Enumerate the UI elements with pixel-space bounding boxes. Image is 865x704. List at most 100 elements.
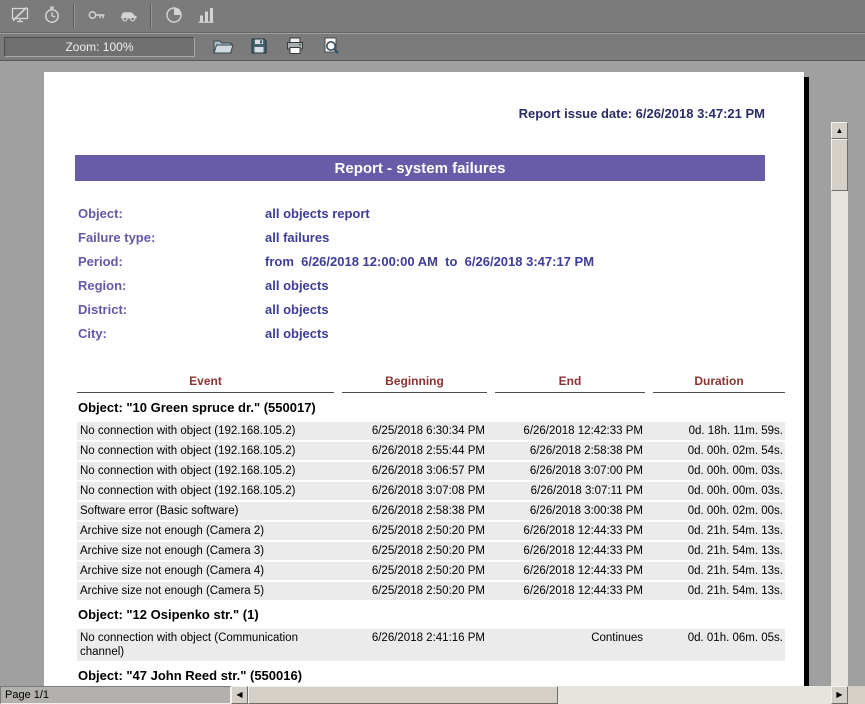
zoom-indicator[interactable]: Zoom: 100% xyxy=(4,37,195,57)
end-cell: 6/26/2018 2:58:38 PM xyxy=(495,444,645,458)
zoom-label: Zoom: 100% xyxy=(65,40,133,54)
stopwatch-icon xyxy=(42,5,62,28)
print-report-button[interactable] xyxy=(281,34,308,60)
report-meta-row: Object: all objects report xyxy=(78,201,594,225)
end-cell: Continues xyxy=(495,631,645,659)
table-header-row: EventBeginningEndDuration xyxy=(77,374,785,393)
table-row: Archive size not enough (Camera 3) 6/25/2… xyxy=(77,542,785,560)
scroll-right-button[interactable]: ▶ xyxy=(831,686,848,704)
event-cell: Software error (Basic software) xyxy=(77,504,334,518)
column-header: End xyxy=(495,374,645,393)
end-cell: 6/26/2018 12:44:33 PM xyxy=(495,564,645,578)
save-report-button[interactable] xyxy=(245,34,272,60)
end-cell: 6/26/2018 12:44:33 PM xyxy=(495,584,645,598)
report-issue-date: Report issue date: 6/26/2018 3:47:21 PM xyxy=(75,106,765,121)
beginning-cell: 6/25/2018 2:50:20 PM xyxy=(342,564,487,578)
report-meta-row: Region: all objects xyxy=(78,273,594,297)
chart-report-button[interactable] xyxy=(192,3,219,29)
report-meta: Object: all objects report Failure type:… xyxy=(78,201,594,345)
report-meta-row: Period: from 6/26/2018 12:00:00 AM to 6/… xyxy=(78,249,594,273)
access-report-button[interactable] xyxy=(83,3,110,29)
vertical-scroll-thumb[interactable] xyxy=(831,139,848,191)
beginning-cell: 6/26/2018 2:41:16 PM xyxy=(342,631,487,659)
event-cell: Archive size not enough (Camera 3) xyxy=(77,544,334,558)
duration-cell: 0d. 21h. 54m. 13s. xyxy=(653,544,785,558)
table-row: Archive size not enough (Camera 2) 6/25/2… xyxy=(77,522,785,540)
event-cell: Archive size not enough (Camera 4) xyxy=(77,564,334,578)
key-icon xyxy=(87,5,107,28)
event-cell: Archive size not enough (Camera 2) xyxy=(77,524,334,538)
meta-value: from 6/26/2018 12:00:00 AM to 6/26/2018 … xyxy=(265,254,594,269)
scroll-left-button[interactable]: ◀ xyxy=(231,686,248,704)
print-icon xyxy=(285,36,305,59)
event-cell: No connection with object (Communication… xyxy=(77,631,334,659)
event-cell: Archive size not enough (Camera 5) xyxy=(77,584,334,598)
duration-cell: 0d. 01h. 06m. 05s. xyxy=(653,631,785,659)
meta-label: Period: xyxy=(78,254,265,269)
vertical-scrollbar[interactable]: ▲ ▼ xyxy=(831,122,848,686)
table-row: Archive size not enough (Camera 4) 6/25/2… xyxy=(77,562,785,580)
duration-cell: 0d. 21h. 54m. 13s. xyxy=(653,584,785,598)
event-cell: No connection with object (192.168.105.2… xyxy=(77,484,334,498)
beginning-cell: 6/25/2018 2:50:20 PM xyxy=(342,524,487,538)
report-title-banner: Report - system failures xyxy=(75,155,765,181)
meta-value: all objects xyxy=(265,302,329,317)
view-toolbar: Zoom: 100% xyxy=(0,34,865,61)
status-bar: Page 1/1 ◀ ▶ xyxy=(0,686,865,704)
duration-cell: 0d. 00h. 00m. 03s. xyxy=(653,484,785,498)
save-icon xyxy=(249,36,269,59)
toolbar-separator xyxy=(73,4,75,28)
meta-label: District: xyxy=(78,302,265,317)
beginning-cell: 6/26/2018 3:07:08 PM xyxy=(342,484,487,498)
meta-value: all objects report xyxy=(265,206,370,221)
meta-label: Object: xyxy=(78,206,265,221)
meta-label: City: xyxy=(78,326,265,341)
horizontal-scroll-thumb[interactable] xyxy=(248,686,558,704)
end-cell: 6/26/2018 12:44:33 PM xyxy=(495,544,645,558)
beginning-cell: 6/25/2018 2:50:20 PM xyxy=(342,544,487,558)
event-cell: No connection with object (192.168.105.2… xyxy=(77,464,334,478)
meta-label: Failure type: xyxy=(78,230,265,245)
time-report-button[interactable] xyxy=(38,3,65,29)
table-row: No connection with object (192.168.105.2… xyxy=(77,422,785,440)
bar-chart-icon xyxy=(196,5,216,28)
duration-cell: 0d. 00h. 02m. 00s. xyxy=(653,504,785,518)
end-cell: 6/26/2018 3:07:11 PM xyxy=(495,484,645,498)
preview-report-button[interactable] xyxy=(317,34,344,60)
scroll-up-button[interactable]: ▲ xyxy=(831,122,848,139)
scrollbar-corner xyxy=(848,686,865,704)
open-folder-icon xyxy=(212,36,234,59)
table-row: Software error (Basic software) 6/26/2018… xyxy=(77,502,785,520)
group-heading: Object: "47 John Reed str." (550016) xyxy=(78,668,785,684)
column-header: Beginning xyxy=(342,374,487,393)
meta-value: all objects xyxy=(265,278,329,293)
reports-toolbar xyxy=(0,0,865,33)
open-report-button[interactable] xyxy=(209,34,236,60)
duration-cell: 0d. 21h. 54m. 13s. xyxy=(653,524,785,538)
pie-report-button[interactable] xyxy=(160,3,187,29)
event-cell: No connection with object (192.168.105.2… xyxy=(77,424,334,438)
end-cell: 6/26/2018 3:07:00 PM xyxy=(495,464,645,478)
report-title: Report - system failures xyxy=(335,160,506,177)
vehicle-report-button[interactable] xyxy=(115,3,142,29)
event-cell: No connection with object (192.168.105.2… xyxy=(77,444,334,458)
report-meta-row: City: all objects xyxy=(78,321,594,345)
preview-icon xyxy=(321,36,341,59)
horizontal-scrollbar[interactable]: ◀ ▶ xyxy=(231,686,848,704)
end-cell: 6/26/2018 12:44:33 PM xyxy=(495,524,645,538)
group-heading: Object: "10 Green spruce dr." (550017) xyxy=(78,400,785,416)
table-row: Archive size not enough (Camera 5)6/25/2… xyxy=(77,582,785,600)
car-icon xyxy=(119,5,139,28)
duration-cell: 0d. 00h. 02m. 54s. xyxy=(653,444,785,458)
group-heading: Object: "12 Osipenko str." (1) xyxy=(78,607,785,623)
report-page: Report issue date: 6/26/2018 3:47:21 PM … xyxy=(44,72,804,686)
end-cell: 6/26/2018 12:42:33 PM xyxy=(495,424,645,438)
end-cell: 6/26/2018 3:00:38 PM xyxy=(495,504,645,518)
table-body: Object: "10 Green spruce dr." (550017) No… xyxy=(77,400,785,684)
report-meta-row: District: all objects xyxy=(78,297,594,321)
beginning-cell: 6/25/2018 6:30:34 PM xyxy=(342,424,487,438)
beginning-cell: 6/26/2018 3:06:57 PM xyxy=(342,464,487,478)
beginning-cell: 6/26/2018 2:55:44 PM xyxy=(342,444,487,458)
video-report-button[interactable] xyxy=(6,3,33,29)
report-viewport: Report issue date: 6/26/2018 3:47:21 PM … xyxy=(0,61,848,686)
